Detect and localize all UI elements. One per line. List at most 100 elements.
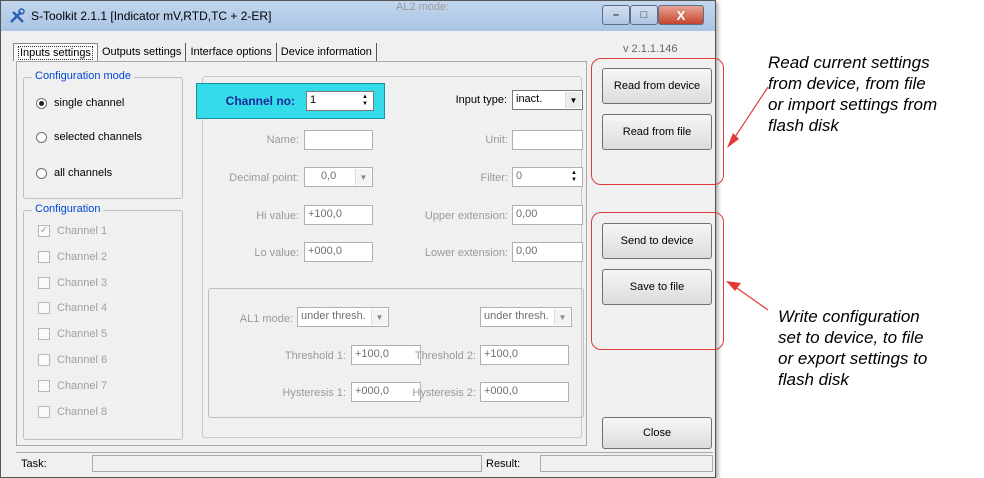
lower-extension-label: Lower extension:: [424, 247, 508, 259]
checkbox-label: Channel 7: [57, 380, 108, 392]
radio-selected-channels[interactable]: selected channels: [36, 131, 142, 143]
close-button[interactable]: Close: [602, 417, 712, 449]
write-actions-highlight: [591, 212, 724, 350]
read-arrow-head: [727, 133, 739, 148]
checkbox[interactable]: [38, 406, 50, 418]
checkbox-label: Channel 2: [57, 251, 108, 263]
tab-device-information[interactable]: Device information: [276, 43, 377, 61]
hi-value-input[interactable]: +100,0: [304, 205, 373, 225]
channel-1-checkbox[interactable]: ✓ Channel 1: [38, 225, 107, 237]
hi-value-label: Hi value:: [256, 210, 299, 222]
read-actions-highlight: [591, 58, 724, 185]
al2-mode-value: under thresh.: [484, 310, 549, 322]
radio-button[interactable]: [36, 131, 47, 143]
radio-label: single channel: [54, 97, 125, 109]
radio-all-channels[interactable]: all channels: [36, 167, 112, 179]
annotation-line: or export settings to: [778, 349, 928, 368]
channel-no-label: Channel no:: [225, 94, 295, 108]
filter-spinner[interactable]: 0 ▲ ▼: [512, 167, 583, 187]
annotation-line: flash disk: [778, 370, 849, 389]
al1-mode-label: AL1 mode:: [239, 313, 293, 325]
threshold-1-label: Threshold 1:: [284, 350, 346, 362]
maximize-button[interactable]: □: [630, 5, 658, 25]
annotation-line: set to device, to file: [778, 328, 924, 347]
checkbox[interactable]: [38, 380, 50, 392]
lo-value-input[interactable]: +000,0: [304, 242, 373, 262]
write-arrow: [733, 285, 769, 311]
chevron-down-icon[interactable]: ▼: [554, 309, 570, 325]
close-window-button[interactable]: X: [658, 5, 704, 25]
channel-6-checkbox[interactable]: Channel 6: [38, 354, 107, 366]
lower-extension-input[interactable]: 0,00: [512, 242, 583, 262]
hysteresis-2-input[interactable]: +000,0: [480, 382, 569, 402]
decimal-point-value: 0,0: [321, 170, 337, 182]
chevron-down-icon[interactable]: ▼: [355, 169, 371, 185]
tab-label: Inputs settings: [18, 46, 93, 60]
al2-mode-select[interactable]: under thresh. ▼: [480, 307, 572, 327]
tab-interface-options[interactable]: Interface options: [186, 43, 277, 61]
filter-value: 0: [516, 170, 523, 182]
write-arrow-head: [726, 281, 741, 291]
name-input[interactable]: [304, 130, 373, 150]
result-field: [540, 455, 713, 472]
threshold-2-label: Threshold 2:: [414, 350, 476, 362]
radio-single-channel[interactable]: single channel: [36, 97, 124, 109]
decimal-point-label: Decimal point:: [229, 172, 299, 184]
annotation-line: Write configuration: [778, 307, 920, 326]
title-bar[interactable]: S-Toolkit 2.1.1 [Indicator mV,RTD,TC + 2…: [1, 1, 715, 31]
input-type-label: Input type:: [455, 94, 507, 106]
configuration-legend: Configuration: [32, 203, 104, 215]
checkbox-label: Channel 4: [57, 302, 108, 314]
input-type-select[interactable]: inact. ▼: [512, 90, 583, 110]
upper-extension-input[interactable]: 0,00: [512, 205, 583, 225]
window-title: S-Toolkit 2.1.1 [Indicator mV,RTD,TC + 2…: [31, 9, 272, 23]
tab-outputs-settings[interactable]: Outputs settings: [97, 43, 187, 61]
checkbox[interactable]: [38, 251, 50, 263]
radio-button[interactable]: [36, 167, 47, 179]
channel-8-checkbox[interactable]: Channel 8: [38, 406, 107, 418]
upper-extension-label: Upper extension:: [424, 210, 508, 222]
checkbox[interactable]: [38, 354, 50, 366]
configuration-mode-group: Configuration mode single channel select…: [23, 70, 183, 199]
al1-mode-value: under thresh.: [301, 310, 366, 322]
minimize-button[interactable]: –: [602, 5, 630, 25]
spin-arrows-icon[interactable]: ▲ ▼: [567, 169, 581, 185]
channel-5-checkbox[interactable]: Channel 5: [38, 328, 107, 340]
write-annotation: Write configuration set to device, to fi…: [778, 306, 927, 390]
annotation-line: Read current settings: [768, 53, 930, 72]
al2-mode-label: AL2 mode:: [396, 1, 450, 13]
hysteresis-2-label: Hysteresis 2:: [412, 387, 476, 399]
configuration-mode-legend: Configuration mode: [32, 70, 135, 82]
channel-no-value: 1: [310, 94, 317, 106]
channel-4-checkbox[interactable]: Channel 4: [38, 302, 107, 314]
unit-input[interactable]: [512, 130, 583, 150]
channel-no-spinner[interactable]: 1 ▲ ▼: [306, 91, 374, 111]
tab-inputs-settings[interactable]: Inputs settings: [13, 43, 98, 61]
task-label: Task:: [21, 458, 47, 470]
hysteresis-1-label: Hysteresis 1:: [282, 387, 346, 399]
spin-arrows-icon[interactable]: ▲ ▼: [358, 93, 372, 109]
version-label: v 2.1.1.146: [623, 43, 678, 55]
status-bar: Task: Result:: [16, 452, 713, 474]
checkbox-label: Channel 1: [57, 225, 108, 237]
checkbox-label: Channel 8: [57, 406, 108, 418]
al1-mode-select[interactable]: under thresh. ▼: [297, 307, 389, 327]
checkbox[interactable]: [38, 328, 50, 340]
checkbox[interactable]: [38, 277, 50, 289]
threshold-2-input[interactable]: +100,0: [480, 345, 569, 365]
checkbox[interactable]: ✓: [38, 225, 50, 237]
channel-7-checkbox[interactable]: Channel 7: [38, 380, 107, 392]
radio-button[interactable]: [36, 97, 47, 109]
channel-3-checkbox[interactable]: Channel 3: [38, 277, 107, 289]
result-label: Result:: [486, 458, 521, 470]
checkbox-label: Channel 5: [57, 328, 108, 340]
decimal-point-select[interactable]: 0,0 ▼: [304, 167, 373, 187]
channel-2-checkbox[interactable]: Channel 2: [38, 251, 107, 263]
chevron-down-icon[interactable]: ▼: [565, 92, 581, 108]
lo-value-label: Lo value:: [254, 247, 299, 259]
name-label: Name:: [266, 134, 299, 146]
checkbox-label: Channel 3: [57, 277, 108, 289]
read-annotation: Read current settings from device, from …: [768, 52, 937, 136]
chevron-down-icon[interactable]: ▼: [371, 309, 387, 325]
checkbox[interactable]: [38, 302, 50, 314]
